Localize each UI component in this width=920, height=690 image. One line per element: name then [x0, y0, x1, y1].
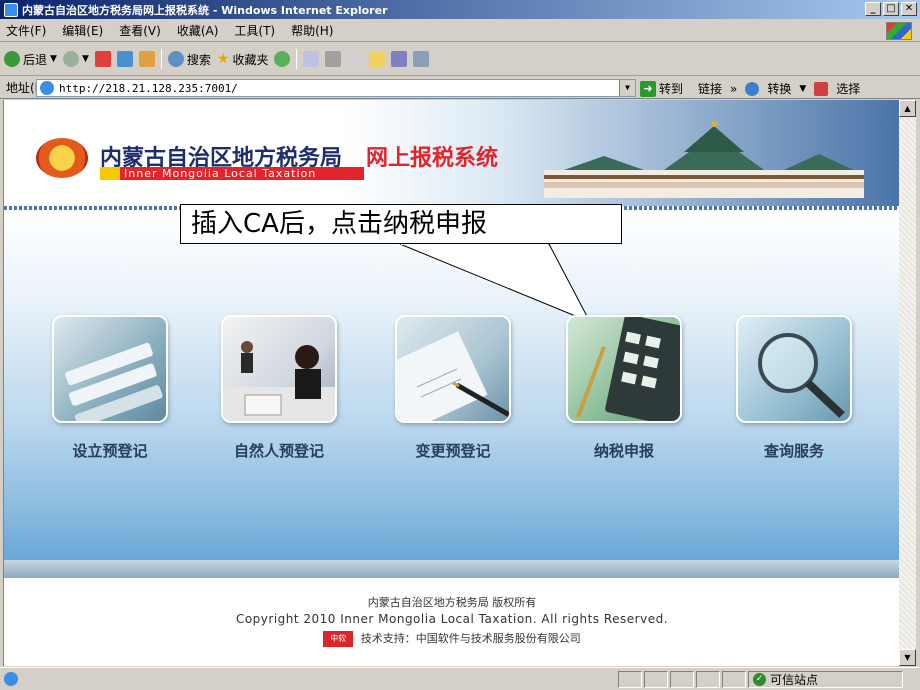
convert-icon [745, 81, 760, 96]
research-icon[interactable] [413, 51, 430, 67]
stop-icon[interactable] [94, 51, 111, 67]
menu-help[interactable]: 帮助(H) [291, 22, 333, 39]
menu-view[interactable]: 查看(V) [119, 22, 161, 39]
vertical-scrollbar[interactable]: ▲ ▼ [899, 100, 916, 666]
forward-button[interactable]: ▼ [62, 51, 89, 67]
folder-icon[interactable] [369, 51, 386, 67]
refresh-icon[interactable] [116, 51, 133, 67]
tile-tax-declaration[interactable] [566, 315, 682, 423]
home-icon[interactable] [138, 51, 155, 67]
tile-query-service[interactable] [736, 315, 852, 423]
css-logo: 中软 CSSS [323, 631, 354, 659]
status-cell [618, 671, 642, 688]
tile-label-query[interactable]: 查询服务 [736, 440, 852, 461]
search-icon [167, 51, 184, 67]
address-dropdown-icon[interactable]: ▼ [619, 80, 635, 96]
tile-change-registration[interactable] [395, 315, 511, 423]
go-label: 转到 [659, 82, 684, 96]
window-title: 内蒙古自治区地方税务局网上报税系统 - Windows Internet Exp… [22, 3, 388, 17]
convert-button[interactable]: 转换 [767, 80, 791, 97]
instruction-callout: 插入CA后，点击纳税申报 [180, 204, 622, 244]
forward-arrow-icon [62, 51, 79, 67]
toolbar-separator [296, 49, 298, 69]
footer-support: 中软 CSSS 技术支持：中国软件与技术服务股份有限公司 [4, 630, 899, 659]
history-icon[interactable] [274, 51, 291, 67]
menu-favorites[interactable]: 收藏(A) [177, 22, 219, 39]
menu-file[interactable]: 文件(F) [6, 22, 46, 39]
search-label: 搜索 [186, 52, 211, 67]
status-cell [670, 671, 694, 688]
footer-divider [4, 560, 899, 578]
go-arrow-icon: ➜ [640, 80, 656, 97]
messenger-icon[interactable] [391, 51, 408, 67]
edit-icon[interactable] [347, 51, 364, 67]
toolbar: 后退 ▼ ▼ 搜索 ★ 收藏夹 [0, 43, 920, 76]
print-icon[interactable] [325, 51, 342, 67]
scroll-up-icon[interactable]: ▲ [899, 100, 916, 117]
back-arrow-icon [4, 51, 20, 67]
office-worker-image [223, 341, 335, 421]
address-bar: 地址(D) http://218.21.128.235:7001/ ▼ ➜ 转到… [0, 77, 920, 99]
chevron-down-icon: ▼ [81, 54, 89, 64]
checkmark-icon: ✓ [753, 673, 766, 686]
window-title-bar: 内蒙古自治区地方税务局网上报税系统 - Windows Internet Exp… [0, 0, 920, 19]
star-icon: ★ [216, 51, 230, 67]
windows-logo-icon [886, 22, 912, 40]
chevron-down-icon[interactable]: ▼ [799, 84, 806, 94]
tile-label-natural-person[interactable]: 自然人预登记 [214, 440, 344, 461]
toolbar-separator [160, 49, 162, 69]
page-status-icon [4, 672, 18, 686]
footer-copyright-en: Copyright 2010 Inner Mongolia Local Taxa… [235, 612, 669, 626]
chevron-down-icon: ▼ [50, 54, 57, 64]
tile-label-change[interactable]: 变更预登记 [395, 440, 511, 461]
status-cell [696, 671, 720, 688]
links-label[interactable]: 链接 [698, 80, 722, 97]
tile-label-pre-registration[interactable]: 设立预登记 [52, 440, 168, 461]
back-label: 后退 [23, 52, 48, 67]
search-button[interactable]: 搜索 [167, 51, 211, 68]
status-cell [644, 671, 668, 688]
calculator-image [576, 317, 680, 421]
menu-edit[interactable]: 编辑(E) [62, 22, 103, 39]
menu-tools[interactable]: 工具(T) [234, 22, 275, 39]
scroll-down-icon[interactable]: ▼ [899, 649, 916, 666]
tile-pre-registration[interactable] [52, 315, 168, 423]
security-zone[interactable]: ✓ 可信站点 [748, 671, 903, 688]
footer-support-text: 技术支持：中国软件与技术服务股份有限公司 [360, 632, 581, 645]
magnifier-image [758, 333, 845, 418]
go-button[interactable]: ➜ 转到 [640, 80, 683, 97]
url-text: http://218.21.128.235:7001/ [59, 81, 238, 95]
close-button[interactable]: ✕ [901, 2, 917, 16]
status-bar: ✓ 可信站点 [0, 667, 920, 690]
page-icon [40, 81, 54, 95]
footer-copyright-cn: 内蒙古自治区地方税务局 版权所有 [367, 596, 537, 609]
tile-natural-person-registration[interactable] [221, 315, 337, 423]
mail-icon[interactable] [303, 51, 320, 67]
footer: 内蒙古自治区地方税务局 版权所有 Copyright 2010 Inner Mo… [4, 578, 899, 666]
links-more[interactable]: » [730, 82, 737, 96]
page-viewport: 内蒙古自治区地方税务局 网上报税系统 Inner Mongolia Local … [3, 100, 899, 666]
minimize-button[interactable]: _ [865, 2, 881, 16]
maximize-button[interactable]: □ [883, 2, 899, 16]
back-button[interactable]: 后退 ▼ [4, 51, 57, 68]
menu-bar: 文件(F) 编辑(E) 查看(V) 收藏(A) 工具(T) 帮助(H) [0, 20, 920, 42]
url-input[interactable]: http://218.21.128.235:7001/ ▼ [36, 79, 636, 97]
select-icon [814, 81, 829, 96]
favorites-label: 收藏夹 [232, 52, 269, 67]
status-cell [722, 671, 746, 688]
zone-label: 可信站点 [770, 673, 819, 687]
ie-icon [4, 2, 18, 17]
tile-label-tax-declaration[interactable]: 纳税申报 [566, 440, 682, 461]
keyboard-image [65, 342, 163, 421]
select-button[interactable]: 选择 [836, 80, 860, 97]
favorites-button[interactable]: ★ 收藏夹 [217, 51, 269, 68]
form-pen-image [397, 331, 509, 421]
